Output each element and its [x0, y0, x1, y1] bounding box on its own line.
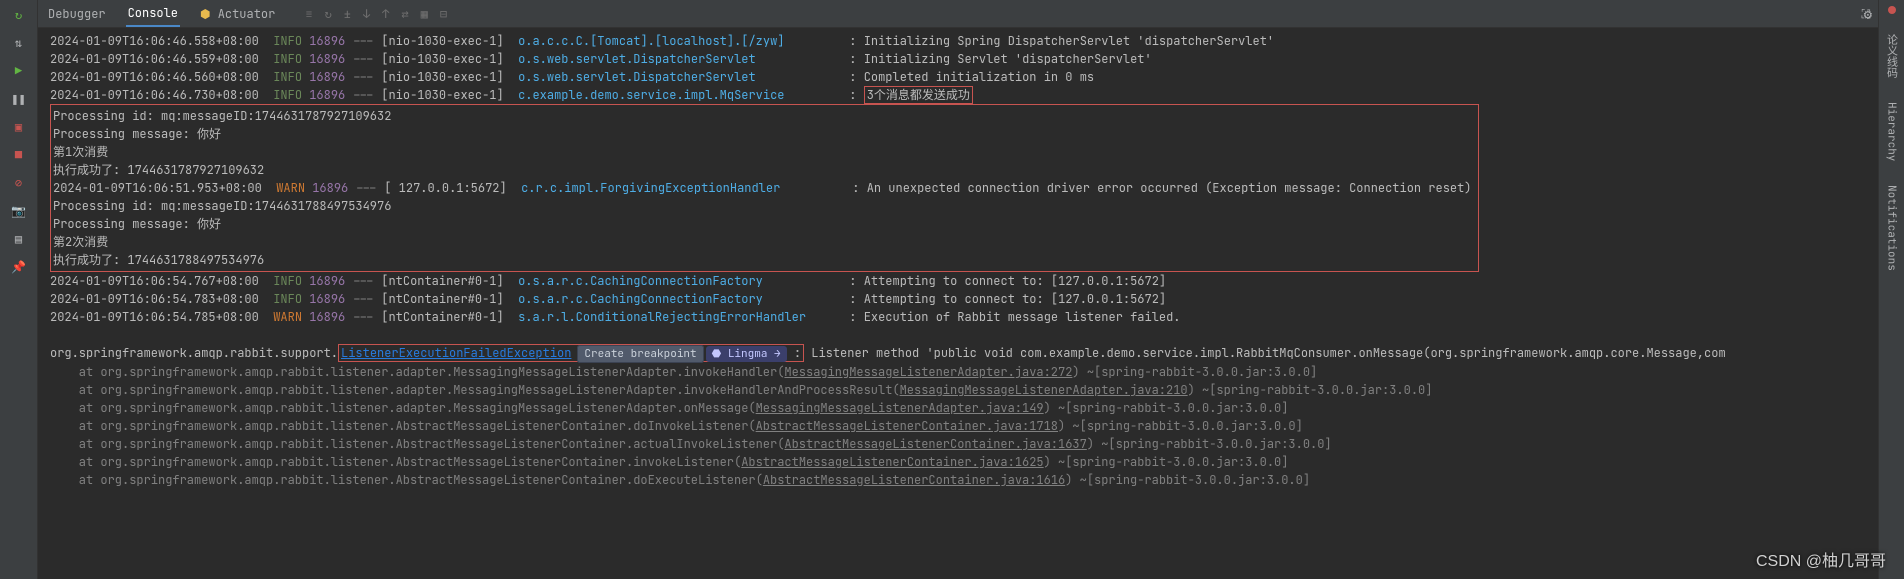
stack-link[interactable]: AbstractMessageListenerContainer.java:16…	[784, 436, 1086, 452]
tool-diff-icon[interactable]: ±	[344, 6, 351, 22]
tool-filter-icon[interactable]: ≡	[305, 6, 312, 22]
tool-swap-icon[interactable]: ⇄	[401, 6, 408, 22]
pause-icon[interactable]: ❚❚	[10, 90, 28, 108]
stack-link[interactable]: MessagingMessageListenerAdapter.java:149	[756, 400, 1044, 416]
tool-reload-icon[interactable]: ↻	[325, 6, 332, 22]
create-breakpoint-badge[interactable]: Create breakpoint	[577, 345, 703, 363]
left-tool-rail: ↻ ⇅ ▶ ❚❚ ▣ ■ ⊘ 📷 ▤ 📌	[0, 0, 38, 579]
stack-link[interactable]: MessagingMessageListenerAdapter.java:272	[784, 364, 1072, 380]
stop-all-icon[interactable]: ▣	[10, 118, 28, 136]
right-tab-notifications[interactable]: Notifications	[1883, 181, 1901, 275]
tool-collapse-icon[interactable]: ⊟	[440, 6, 447, 22]
watermark: CSDN @柚几哥哥	[1756, 547, 1886, 571]
tab-debugger[interactable]: Debugger	[46, 2, 108, 26]
console-output[interactable]: 2024-01-09T16:06:46.558+08:00 INFO 16896…	[38, 28, 1878, 579]
tab-actuator[interactable]: ⬢ Actuator	[198, 2, 277, 26]
tab-console[interactable]: Console	[126, 1, 180, 27]
restart-icon[interactable]: ↻	[10, 6, 28, 24]
right-tool-rail: 论义线码 Hierarchy Notifications	[1878, 0, 1904, 579]
right-tab-yilian[interactable]: 论义线码	[1882, 30, 1902, 82]
tool-grid-icon[interactable]: ▦	[421, 6, 428, 22]
camera-icon[interactable]: 📷	[10, 202, 28, 220]
exception-link[interactable]: ListenerExecutionFailedException	[341, 345, 571, 361]
tool-up-icon[interactable]: ↑	[382, 6, 389, 22]
tab-actuator-label: Actuator	[218, 6, 276, 22]
layout-icon[interactable]: ▤	[10, 230, 28, 248]
stack-link[interactable]: AbstractMessageListenerContainer.java:17…	[756, 418, 1058, 434]
debug-tree-icon[interactable]: ⇅	[10, 34, 28, 52]
toolbar-icons: ≡ ↻ ± ↓ ↑ ⇄ ▦ ⊟	[305, 6, 447, 22]
actuator-icon: ⬢	[200, 6, 210, 22]
stack-link[interactable]: AbstractMessageListenerContainer.java:16…	[763, 472, 1065, 488]
console-tabbar: Debugger Console ⬢ Actuator ≡ ↻ ± ↓ ↑ ⇄ …	[38, 0, 1878, 28]
right-tab-hierarchy[interactable]: Hierarchy	[1883, 98, 1901, 165]
stack-link[interactable]: MessagingMessageListenerAdapter.java:210	[900, 382, 1188, 398]
stop-icon[interactable]: ■	[10, 146, 28, 164]
stack-link[interactable]: AbstractMessageListenerContainer.java:16…	[741, 454, 1043, 470]
mute-icon[interactable]: ⊘	[10, 174, 28, 192]
pin-icon[interactable]: 📌	[10, 258, 28, 276]
tool-down-icon[interactable]: ↓	[363, 6, 370, 22]
play-icon[interactable]: ▶	[10, 62, 28, 80]
red-dot-icon[interactable]	[1888, 6, 1896, 14]
lingma-badge[interactable]: ⬣ Lingma →	[706, 346, 787, 362]
gear-icon[interactable]: ⚙	[1864, 6, 1872, 24]
